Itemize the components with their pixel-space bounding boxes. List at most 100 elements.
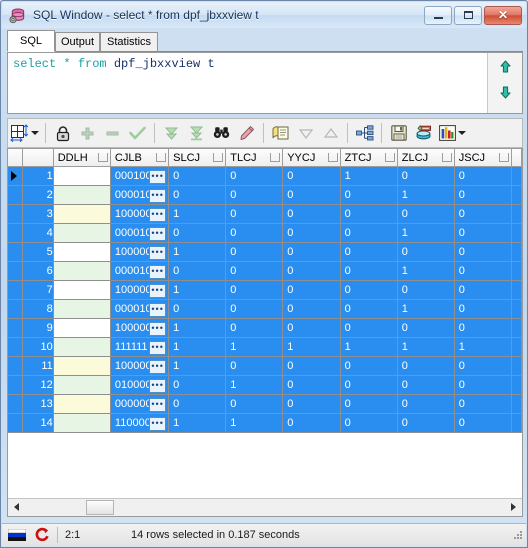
column-header-slcj[interactable]: SLCJ [168, 149, 227, 167]
cell-zlcj[interactable]: 0 [397, 375, 455, 395]
tab-output[interactable]: Output [55, 32, 100, 52]
row-indicator-cell[interactable] [8, 356, 24, 376]
cell-ddlh[interactable] [53, 242, 111, 262]
cell-ddlh[interactable] [53, 394, 111, 414]
cell-yycj[interactable]: 0 [282, 185, 341, 205]
row-number-cell[interactable]: 13 [22, 394, 54, 414]
cell-ztcj[interactable]: 0 [340, 413, 398, 433]
maximize-button[interactable] [454, 5, 482, 25]
cell-zlcj[interactable]: 1 [397, 261, 455, 281]
cell-tlcj[interactable]: 1 [225, 337, 284, 357]
cell-next-partial[interactable] [511, 299, 522, 319]
cell-tlcj[interactable]: 0 [225, 280, 284, 300]
export-db-button[interactable] [411, 121, 436, 145]
row-number-cell[interactable]: 12 [22, 375, 54, 395]
grid-layout-button[interactable] [8, 121, 41, 145]
close-button[interactable]: ✕ [484, 5, 522, 25]
cell-ztcj[interactable]: 0 [340, 356, 398, 376]
row-number-cell[interactable]: 4 [22, 223, 54, 243]
cell-tlcj[interactable]: 0 [225, 242, 284, 262]
cell-cjlb[interactable]: 110000 ••• [110, 413, 170, 433]
table-row[interactable]: 10 111111 ••• 1 1 1 1 1 1 [8, 337, 522, 357]
row-indicator-cell[interactable] [8, 261, 24, 281]
row-indicator-cell[interactable] [8, 166, 24, 186]
cell-next-partial[interactable] [511, 223, 522, 243]
copy-data-button[interactable] [268, 121, 293, 145]
cell-tlcj[interactable]: 0 [225, 185, 284, 205]
cell-yycj[interactable]: 0 [282, 261, 341, 281]
cell-slcj[interactable]: 0 [168, 261, 227, 281]
row-number-cell[interactable]: 2 [22, 185, 54, 205]
cell-cjlb[interactable]: 100000 ••• [110, 204, 170, 224]
cell-ztcj[interactable]: 0 [340, 299, 398, 319]
cell-tlcj[interactable]: 0 [225, 299, 284, 319]
cell-yycj[interactable]: 0 [282, 242, 341, 262]
title-bar[interactable]: SQL Window - select * from dpf_jbxxview … [2, 2, 526, 28]
cell-ddlh[interactable] [53, 185, 111, 205]
cell-editor-ellipsis-button[interactable]: ••• [149, 417, 167, 431]
cell-editor-ellipsis-button[interactable]: ••• [149, 189, 167, 203]
cell-editor-ellipsis-button[interactable]: ••• [149, 398, 167, 412]
row-number-cell[interactable]: 1 [22, 166, 54, 186]
cell-jscj[interactable]: 0 [454, 261, 512, 281]
cell-next-partial[interactable] [511, 261, 522, 281]
cell-ddlh[interactable] [53, 166, 111, 186]
cell-next-partial[interactable] [511, 204, 522, 224]
structure-button[interactable] [352, 121, 377, 145]
cell-ztcj[interactable]: 1 [340, 166, 398, 186]
cell-editor-ellipsis-button[interactable]: ••• [149, 341, 167, 355]
cell-cjlb[interactable]: 100000 ••• [110, 318, 170, 338]
cell-tlcj[interactable]: 0 [225, 166, 284, 186]
table-row[interactable]: 5 100000 ••• 1 0 0 0 0 0 [8, 242, 522, 262]
table-row[interactable]: 6 000010 ••• 0 0 0 0 1 0 [8, 261, 522, 281]
row-indicator-cell[interactable] [8, 280, 24, 300]
resize-grip-icon[interactable] [511, 529, 523, 541]
table-row[interactable]: 2 000010 ••• 0 0 0 0 1 0 [8, 185, 522, 205]
cell-jscj[interactable]: 0 [454, 394, 512, 414]
cell-ztcj[interactable]: 0 [340, 318, 398, 338]
cell-ztcj[interactable]: 0 [340, 223, 398, 243]
column-header-next-partial[interactable] [511, 149, 522, 167]
save-button[interactable] [386, 121, 411, 145]
cell-yycj[interactable]: 0 [282, 223, 341, 243]
chevron-down-icon[interactable] [31, 131, 39, 135]
red-refresh-icon[interactable] [34, 527, 50, 543]
row-number-cell[interactable]: 5 [22, 242, 54, 262]
cell-cjlb[interactable]: 010000 ••• [110, 375, 170, 395]
cell-ztcj[interactable]: 0 [340, 185, 398, 205]
minimize-button[interactable] [424, 5, 452, 25]
cell-next-partial[interactable] [511, 394, 522, 414]
cell-zlcj[interactable]: 1 [397, 223, 455, 243]
column-resize-grip[interactable] [441, 153, 452, 162]
column-resize-grip[interactable] [156, 153, 167, 162]
highlight-button[interactable] [234, 121, 259, 145]
cell-tlcj[interactable]: 1 [225, 413, 284, 433]
cell-zlcj[interactable]: 1 [397, 185, 455, 205]
cell-yycj[interactable]: 0 [282, 204, 341, 224]
cell-tlcj[interactable]: 0 [225, 394, 284, 414]
cell-tlcj[interactable]: 0 [225, 318, 284, 338]
column-header-zlcj[interactable]: ZLCJ [397, 149, 455, 167]
column-resize-grip[interactable] [213, 153, 224, 162]
cell-slcj[interactable]: 1 [168, 318, 227, 338]
row-indicator-cell[interactable] [8, 242, 24, 262]
cell-tlcj[interactable]: 1 [225, 375, 284, 395]
cell-ddlh[interactable] [53, 280, 111, 300]
column-resize-grip[interactable] [270, 153, 281, 162]
cell-cjlb[interactable]: 000010 ••• [110, 299, 170, 319]
cell-ddlh[interactable] [53, 261, 111, 281]
row-number-cell[interactable]: 14 [22, 413, 54, 433]
table-row[interactable]: 1 000100 ••• 0 0 0 1 0 0 [8, 166, 522, 186]
column-header-yycj[interactable]: YYCJ [282, 149, 341, 167]
row-indicator-cell[interactable] [8, 299, 24, 319]
cell-editor-ellipsis-button[interactable]: ••• [149, 208, 167, 222]
cell-next-partial[interactable] [511, 185, 522, 205]
cell-next-partial[interactable] [511, 413, 522, 433]
cell-tlcj[interactable]: 0 [225, 356, 284, 376]
table-row[interactable]: 8 000010 ••• 0 0 0 0 1 0 [8, 299, 522, 319]
cell-zlcj[interactable]: 1 [397, 337, 455, 357]
cell-slcj[interactable]: 0 [168, 185, 227, 205]
tab-sql[interactable]: SQL [7, 30, 55, 52]
cell-editor-ellipsis-button[interactable]: ••• [149, 303, 167, 317]
cell-slcj[interactable]: 0 [168, 375, 227, 395]
